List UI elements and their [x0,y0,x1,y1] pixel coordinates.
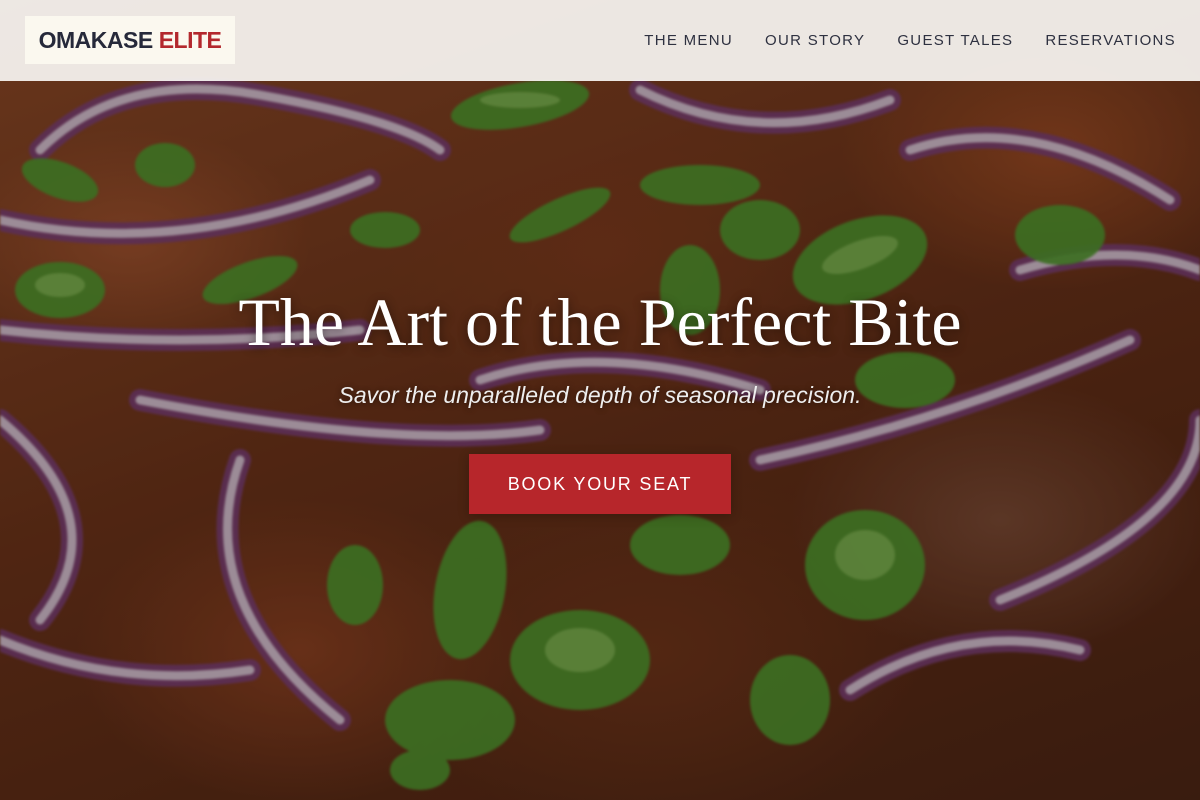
hero-section: The Art of the Perfect Bite Savor the un… [0,0,1200,800]
hero-subtitle: Savor the unparalleled depth of seasonal… [338,382,862,408]
book-your-seat-button[interactable]: BOOK YOUR SEAT [469,454,731,514]
hero-title: The Art of the Perfect Bite [238,284,962,360]
